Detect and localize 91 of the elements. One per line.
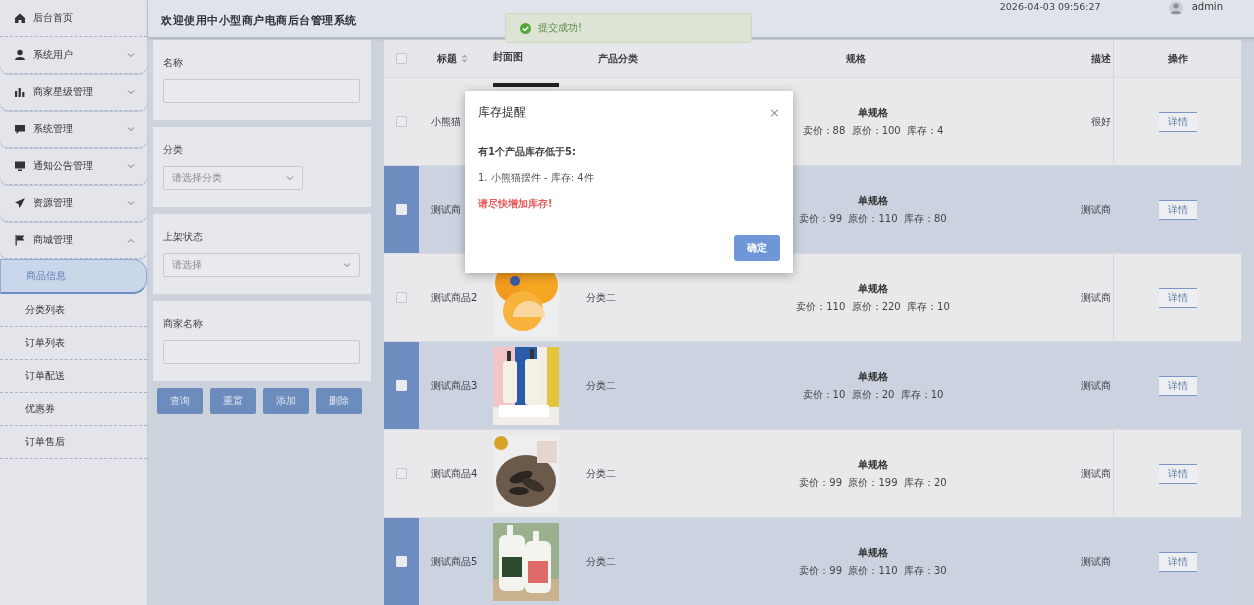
table-cell: 测试商品2	[431, 290, 478, 305]
spec-title: 单规格	[858, 193, 888, 208]
detail-button[interactable]: 详情	[1158, 111, 1197, 132]
stock-item-text: 1. 小熊猫摆件 - 库存: 4件	[478, 171, 595, 185]
spec-title: 单规格	[858, 545, 888, 560]
table-cell: 测试商品4	[431, 466, 478, 481]
table-cell: 小熊猫	[431, 114, 461, 129]
page-title: 欢迎使用中小型商户电商后台管理系统	[161, 13, 357, 28]
detail-button[interactable]: 详情	[1158, 287, 1197, 308]
user-icon	[14, 49, 26, 61]
spec-text: 卖价：110 原价：220 库存：10	[796, 299, 950, 314]
column-header: 封面图	[493, 50, 523, 64]
table-cell: 测试商	[431, 202, 461, 217]
detail-button[interactable]: 详情	[1158, 463, 1197, 484]
monitor-icon	[14, 160, 26, 172]
dialog-title: 库存提醒	[478, 104, 526, 121]
chevron-icon	[343, 262, 351, 268]
detail-button[interactable]: 详情	[1158, 199, 1197, 220]
sidebar-item[interactable]: 订单列表	[0, 327, 147, 360]
sidebar-item[interactable]: 商家星级管理	[0, 74, 147, 111]
chat-icon	[14, 123, 26, 135]
home-icon	[14, 12, 26, 24]
table-cell: 测试商品5	[431, 554, 478, 569]
toast-message: 提交成功!	[538, 21, 582, 35]
spec-text: 卖价：99 原价：110 库存：30	[799, 563, 947, 578]
checkbox[interactable]	[396, 468, 407, 479]
field-label: 上架状态	[163, 231, 204, 244]
bar-chart-icon	[14, 86, 26, 98]
chevron-icon	[127, 237, 135, 243]
chevron-icon	[127, 163, 135, 169]
table-cell: 测试商品3	[431, 378, 478, 393]
field-label: 名称	[163, 57, 184, 70]
user-name[interactable]: admin	[1191, 1, 1223, 12]
datetime-text: 2026-04-03 09:56:27	[999, 1, 1101, 12]
chevron-icon	[127, 200, 135, 206]
table-row[interactable]: 测试商品5 分类二 单规格 卖价：99 原价：110 库存：30 测试商 详情	[384, 518, 1241, 605]
sidebar-item[interactable]: 资源管理	[0, 185, 147, 222]
spec-text: 卖价：99 原价：199 库存：20	[799, 475, 947, 490]
column-header: 操作	[1167, 51, 1188, 66]
column-header: 规格	[846, 51, 866, 66]
check-circle-icon	[520, 22, 531, 34]
table-cell: 分类二	[586, 290, 616, 305]
table-cell: 测试商	[1081, 202, 1111, 217]
sidebar-item[interactable]: 后台首页	[0, 0, 147, 37]
spec-title: 单规格	[858, 281, 888, 296]
field-label: 分类	[163, 144, 184, 157]
table-cell: 测试商	[1081, 378, 1111, 393]
input-field[interactable]	[163, 79, 360, 103]
table-cell: 测试商	[1081, 554, 1111, 569]
spec-text: 卖价：88 原价：100 库存：4	[802, 123, 944, 138]
column-header: 描述	[1091, 51, 1111, 66]
paper-plane-icon	[14, 197, 26, 209]
avatar-icon	[1166, 1, 1185, 15]
chevron-icon	[127, 89, 135, 95]
column-header[interactable]: 标题	[437, 51, 457, 66]
table-cell: 测试商	[1081, 466, 1111, 481]
spec-text: 卖价：99 原价：110 库存：80	[799, 211, 947, 226]
spec-title: 单规格	[858, 369, 888, 384]
input-field[interactable]	[163, 340, 360, 364]
sidebar-item[interactable]: 订单售后	[0, 426, 147, 459]
spec-text: 卖价：10 原价：20 库存：10	[802, 387, 944, 402]
checkbox[interactable]	[396, 116, 407, 127]
chevron-icon	[127, 126, 135, 132]
spec-title: 单规格	[858, 105, 888, 120]
chevron-icon	[286, 175, 294, 181]
detail-button[interactable]: 详情	[1158, 551, 1197, 572]
sidebar-item[interactable]: 分类列表	[0, 294, 147, 327]
sidebar-item[interactable]: 订单配送	[0, 360, 147, 393]
sort-icon	[461, 54, 468, 63]
chevron-icon	[127, 52, 135, 58]
column-header: 产品分类	[598, 51, 638, 66]
spec-title: 单规格	[858, 457, 888, 472]
table-cell: 很好	[1091, 114, 1111, 129]
table-row[interactable]: 测试商品3 分类二 单规格 卖价：10 原价：20 库存：10 测试商 详情	[384, 342, 1241, 430]
table-cell: 测试商	[1081, 290, 1111, 305]
field-label: 商家名称	[163, 318, 204, 331]
sidebar-item[interactable]: 系统管理	[0, 111, 147, 148]
sidebar-item[interactable]: 系统用户	[0, 37, 147, 74]
checkbox[interactable]	[396, 292, 407, 303]
sidebar-item[interactable]: 优惠券	[0, 393, 147, 426]
sidebar-item[interactable]: 通知公告管理	[0, 148, 147, 185]
table-row[interactable]: 测试商品2 分类二 单规格 卖价：110 原价：220 库存：10 测试商 详情	[384, 254, 1241, 342]
table-cell: 分类二	[586, 466, 616, 481]
table-row[interactable]: 测试商品4 分类二 单规格 卖价：99 原价：199 库存：20 测试商 详情	[384, 430, 1241, 518]
table-cell: 分类二	[586, 378, 616, 393]
checkbox[interactable]	[396, 53, 407, 64]
table-cell: 分类二	[586, 554, 616, 569]
detail-button[interactable]: 详情	[1158, 375, 1197, 396]
summary-text: 有1个产品库存低于5:	[478, 145, 577, 159]
flag-icon	[14, 234, 26, 246]
warning-text: 请尽快增加库存!	[478, 197, 554, 211]
